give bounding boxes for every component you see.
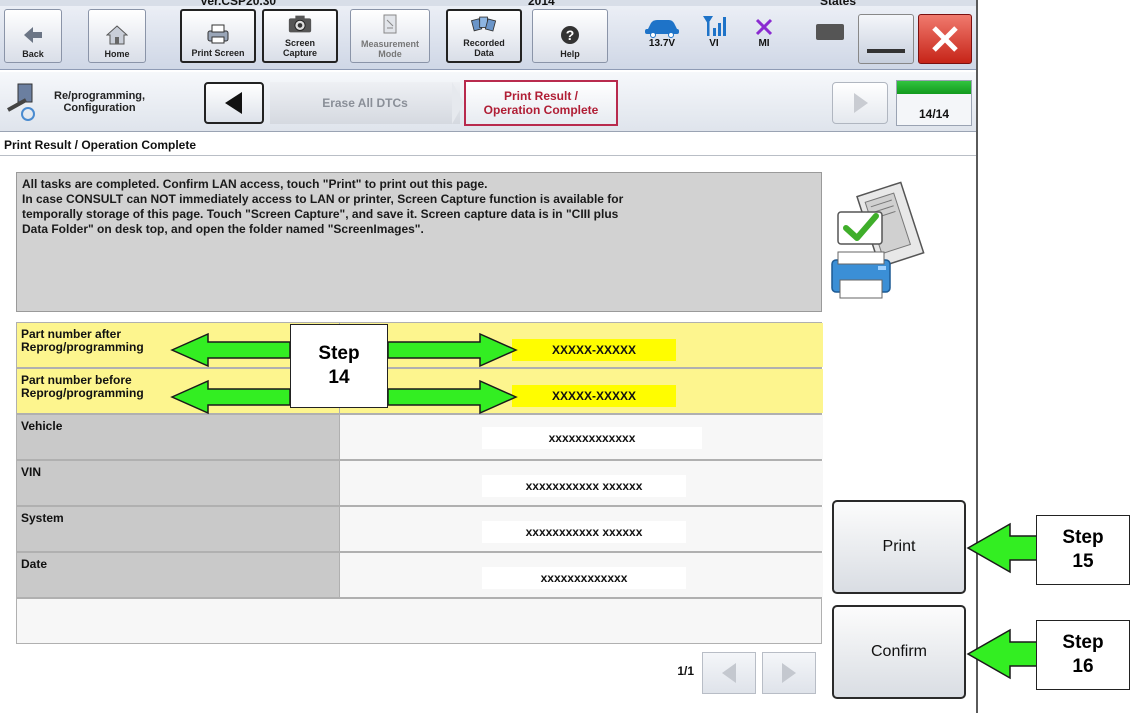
previous-step-button[interactable] [204,82,264,124]
page-title: Print Result / Operation Complete [0,134,976,156]
next-step-button[interactable] [832,82,888,124]
step-14-annotation: Step 14 [290,324,388,408]
page-next-button[interactable] [762,652,816,694]
row-value-cell: xxxxxxxxxxx xxxxxx [339,461,823,505]
table-row: Part number after Reprog/programming XXX… [16,322,823,368]
back-button[interactable]: Back [4,9,62,63]
confirm-button[interactable]: Confirm [832,605,966,699]
table-row: Vehicle xxxxxxxxxxxxx [16,414,823,460]
step-erase-all-dtcs: Erase All DTCs [270,82,460,124]
step-16-annotation: Step 16 [1036,620,1130,690]
step-15-annotation: Step 15 [1036,515,1130,585]
table-row: Part number before Reprog/programming XX… [16,368,823,414]
home-icon [104,24,130,46]
measurement-mode-button[interactable]: Measurement Mode [350,9,430,63]
step-progress-indicator: 14/14 [896,80,972,126]
vi-connection-indicator: VI [694,14,734,49]
row-value-cell: XXXXX-XXXXX [339,369,823,413]
step-navigation-bar: Re/programming, Configuration Erase All … [0,72,976,132]
printer-icon [205,23,231,45]
date-value: xxxxxxxxxxxxx [482,567,686,589]
row-value-cell: xxxxxxxxxxx xxxxxx [339,507,823,551]
minimize-button[interactable] [858,14,914,64]
battery-icon [816,24,844,40]
disconnected-x-icon [744,14,784,38]
print-screen-button[interactable]: Print Screen [180,9,256,63]
right-arrow-icon [782,663,796,683]
table-row-empty [16,598,822,644]
close-icon [932,26,958,52]
svg-text:?: ? [566,27,575,43]
ecu-wrench-icon [7,83,35,121]
camera-icon [287,13,313,35]
consult-app-window: Ver.CSP20.30 2014 States Back Home Print… [0,0,978,713]
left-arrow-icon [225,92,242,114]
right-arrow-icon [854,93,868,113]
part-number-before-value: XXXXX-XXXXX [512,385,676,407]
battery-voltage-indicator: 13.7V [642,14,682,49]
page-prev-button[interactable] [702,652,756,694]
main-toolbar: Ver.CSP20.30 2014 States Back Home Print… [0,0,976,70]
screen-capture-button[interactable]: Screen Capture [262,9,338,63]
instruction-text: All tasks are completed. Confirm LAN acc… [22,177,624,236]
part-number-after-value: XXXXX-XXXXX [512,339,676,361]
top-strip: Ver.CSP20.30 2014 States [0,0,976,8]
recorded-data-button[interactable]: Recorded Data [446,9,522,63]
row-value-cell: xxxxxxxxxxxxx [339,415,823,459]
back-arrow-icon [20,24,46,46]
help-button[interactable]: ? Help [532,9,608,63]
row-label-vin: VIN [17,461,339,505]
instruction-message-box: All tasks are completed. Confirm LAN acc… [16,172,822,312]
reprogramming-config-indicator: Re/programming, Configuration [4,78,194,126]
row-value-cell: xxxxxxxxxxxxx [339,553,823,597]
car-icon [642,14,682,38]
row-value-cell: XXXXX-XXXXX [339,323,823,367]
vehicle-value: xxxxxxxxxxxxx [482,427,702,449]
row-label-date: Date [17,553,339,597]
step-current-print-result: Print Result / Operation Complete [464,80,618,126]
vin-value: xxxxxxxxxxx xxxxxx [482,475,686,497]
left-arrow-icon [722,663,736,683]
print-button[interactable]: Print [832,500,966,594]
home-button[interactable]: Home [88,9,146,63]
progress-text: 14/14 [918,107,950,121]
row-label-system: System [17,507,339,551]
minimize-icon [867,49,905,53]
window-frame-edge [976,0,978,713]
screenshot-root: Ver.CSP20.30 2014 States Back Home Print… [0,0,1135,713]
progress-fill [897,81,971,94]
row-label-vehicle: Vehicle [17,415,339,459]
version-label: Ver.CSP20.30 [200,0,277,8]
table-row: System xxxxxxxxxxx xxxxxx [16,506,823,552]
table-row: VIN xxxxxxxxxxx xxxxxx [16,460,823,506]
page-indicator: 1/1 [677,664,694,678]
measurement-icon [377,14,403,36]
table-row: Date xxxxxxxxxxxxx [16,552,823,598]
signal-icon [694,14,734,38]
states-label: States [820,0,857,8]
help-icon: ? [557,24,583,46]
system-value: xxxxxxxxxxx xxxxxx [482,521,686,543]
recorded-data-icon [471,13,497,35]
year-label: 2014 [528,0,555,8]
mi-connection-indicator: MI [744,14,784,49]
print-complete-illustration-icon [831,181,925,299]
close-button[interactable] [918,14,972,64]
